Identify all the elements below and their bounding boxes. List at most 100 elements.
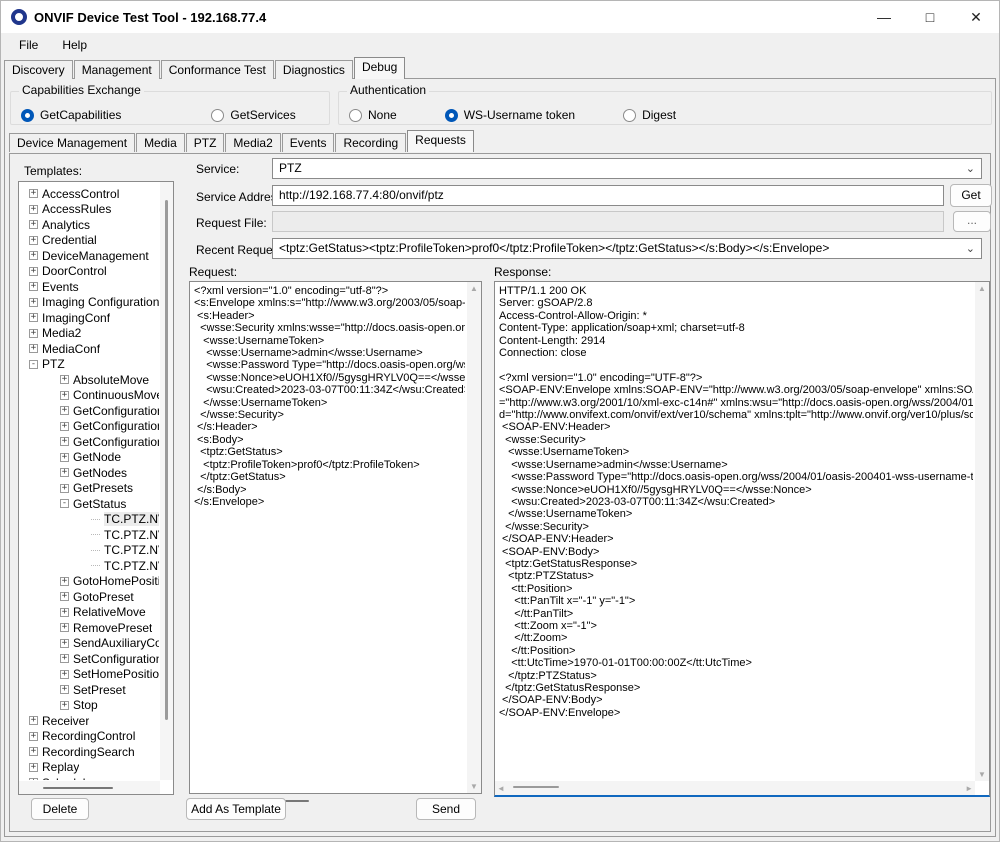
expand-icon[interactable]: + (60, 422, 69, 431)
collapse-icon[interactable]: - (60, 499, 69, 508)
radio-none[interactable]: None (349, 108, 397, 122)
subtab-device-management[interactable]: Device Management (9, 133, 135, 152)
service-address-input[interactable]: http://192.168.77.4:80/onvif/ptz (272, 185, 944, 206)
expand-icon[interactable]: + (29, 282, 38, 291)
tree-item-continuousmove[interactable]: +ContinuousMove (21, 388, 159, 404)
radio-digest[interactable]: Digest (623, 108, 676, 122)
tree-item-getnode[interactable]: +GetNode (21, 450, 159, 466)
tree-item-imaging-configuration[interactable]: +Imaging Configuration (21, 295, 159, 311)
response-horizontal-scrollbar[interactable]: ◄ ► (495, 781, 975, 795)
expand-icon[interactable]: + (60, 592, 69, 601)
expand-icon[interactable]: + (60, 375, 69, 384)
tree-item-getconfigurations[interactable]: +GetConfigurations (21, 434, 159, 450)
expand-icon[interactable]: + (29, 313, 38, 322)
expand-icon[interactable]: + (60, 685, 69, 694)
radio-getcapabilities[interactable]: GetCapabilities (21, 108, 121, 122)
minimize-button[interactable]: — (861, 1, 907, 33)
scroll-left-icon[interactable]: ◄ (497, 784, 505, 793)
expand-icon[interactable]: + (29, 329, 38, 338)
expand-icon[interactable]: + (60, 484, 69, 493)
response-vertical-scrollbar[interactable]: ▲▼ (975, 282, 989, 781)
expand-icon[interactable]: + (60, 406, 69, 415)
scroll-right-icon[interactable]: ► (965, 784, 973, 793)
tree-item-relativemove[interactable]: +RelativeMove (21, 605, 159, 621)
request-file-input[interactable] (272, 211, 944, 232)
expand-icon[interactable]: + (60, 608, 69, 617)
tree-item-sethomeposition[interactable]: +SetHomePosition (21, 667, 159, 683)
tree-item-getconfigurationopt[interactable]: +GetConfigurationOpt (21, 419, 159, 435)
tree-item-tc-ptz-nvt-10[interactable]: TC.PTZ.NVT.10 (21, 512, 159, 528)
send-button[interactable]: Send (416, 798, 476, 820)
tree-item-mediaconf[interactable]: +MediaConf (21, 341, 159, 357)
tree-item-recordingcontrol[interactable]: +RecordingControl (21, 729, 159, 745)
tree-item-recordingsearch[interactable]: +RecordingSearch (21, 744, 159, 760)
expand-icon[interactable]: + (29, 778, 38, 780)
tree-item-receiver[interactable]: +Receiver (21, 713, 159, 729)
tree-item-getnodes[interactable]: +GetNodes (21, 465, 159, 481)
add-as-template-button[interactable]: Add As Template (186, 798, 286, 820)
tree-item-events[interactable]: +Events (21, 279, 159, 295)
radio-getservices[interactable]: GetServices (211, 108, 295, 122)
tree-item-getconfiguration[interactable]: +GetConfiguration (21, 403, 159, 419)
templates-tree[interactable]: +AccessControl+AccessRules+Analytics+Cre… (18, 181, 174, 795)
menu-file[interactable]: File (9, 35, 48, 55)
tree-item-getstatus[interactable]: -GetStatus (21, 496, 159, 512)
tree-item-credential[interactable]: +Credential (21, 233, 159, 249)
tree-item-accessrules[interactable]: +AccessRules (21, 202, 159, 218)
tree-item-analytics[interactable]: +Analytics (21, 217, 159, 233)
subtab-requests[interactable]: Requests (407, 130, 474, 152)
subtab-events[interactable]: Events (282, 133, 335, 152)
expand-icon[interactable]: + (29, 267, 38, 276)
tree-item-getpresets[interactable]: +GetPresets (21, 481, 159, 497)
expand-icon[interactable]: + (29, 251, 38, 260)
expand-icon[interactable]: + (60, 391, 69, 400)
tree-item-schedule[interactable]: +Schedule (21, 775, 159, 780)
subtab-media2[interactable]: Media2 (225, 133, 280, 152)
request-vertical-scrollbar[interactable]: ▲▼ (467, 282, 481, 793)
expand-icon[interactable]: + (60, 701, 69, 710)
collapse-icon[interactable]: - (29, 360, 38, 369)
expand-icon[interactable]: + (29, 763, 38, 772)
tree-item-gotohomeposition[interactable]: +GotoHomePosition (21, 574, 159, 590)
tree-item-tc-ptz-nvt-10[interactable]: TC.PTZ.NVT.10 (21, 527, 159, 543)
tree-item-accesscontrol[interactable]: +AccessControl (21, 186, 159, 202)
tree-item-doorcontrol[interactable]: +DoorControl (21, 264, 159, 280)
tab-management[interactable]: Management (74, 60, 160, 79)
get-button[interactable]: Get (950, 184, 992, 207)
expand-icon[interactable]: + (29, 747, 38, 756)
tree-item-media2[interactable]: +Media2 (21, 326, 159, 342)
browse-button[interactable]: ... (953, 211, 991, 232)
tab-debug[interactable]: Debug (354, 57, 405, 79)
expand-icon[interactable]: + (60, 654, 69, 663)
tree-item-ptz[interactable]: -PTZ (21, 357, 159, 373)
tree-item-setconfiguration[interactable]: +SetConfiguration (21, 651, 159, 667)
tree-item-gotopreset[interactable]: +GotoPreset (21, 589, 159, 605)
expand-icon[interactable]: + (60, 670, 69, 679)
close-button[interactable]: ✕ (953, 1, 999, 33)
tab-diagnostics[interactable]: Diagnostics (275, 60, 353, 79)
response-textarea[interactable]: HTTP/1.1 200 OK Server: gSOAP/2.8 Access… (494, 281, 990, 797)
expand-icon[interactable]: + (60, 577, 69, 586)
service-combobox[interactable]: PTZ ⌄ (272, 158, 982, 179)
expand-icon[interactable]: + (29, 205, 38, 214)
tree-item-stop[interactable]: +Stop (21, 698, 159, 714)
expand-icon[interactable]: + (29, 236, 38, 245)
maximize-button[interactable]: □ (907, 1, 953, 33)
tree-item-imagingconf[interactable]: +ImagingConf (21, 310, 159, 326)
tree-vertical-scrollbar[interactable] (160, 182, 173, 780)
subtab-ptz[interactable]: PTZ (186, 133, 225, 152)
radio-ws-username-token[interactable]: WS-Username token (445, 108, 575, 122)
delete-button[interactable]: Delete (31, 798, 89, 820)
expand-icon[interactable]: + (60, 623, 69, 632)
tree-item-devicemanagement[interactable]: +DeviceManagement (21, 248, 159, 264)
expand-icon[interactable]: + (60, 437, 69, 446)
tree-item-tc-ptz-nvt-10[interactable]: TC.PTZ.NVT.10 (21, 543, 159, 559)
tree-item-setpreset[interactable]: +SetPreset (21, 682, 159, 698)
tree-item-replay[interactable]: +Replay (21, 760, 159, 776)
expand-icon[interactable]: + (29, 298, 38, 307)
tree-horizontal-scrollbar[interactable] (19, 781, 160, 794)
expand-icon[interactable]: + (60, 468, 69, 477)
subtab-recording[interactable]: Recording (335, 133, 406, 152)
menu-help[interactable]: Help (52, 35, 97, 55)
tab-conformance-test[interactable]: Conformance Test (161, 60, 274, 79)
